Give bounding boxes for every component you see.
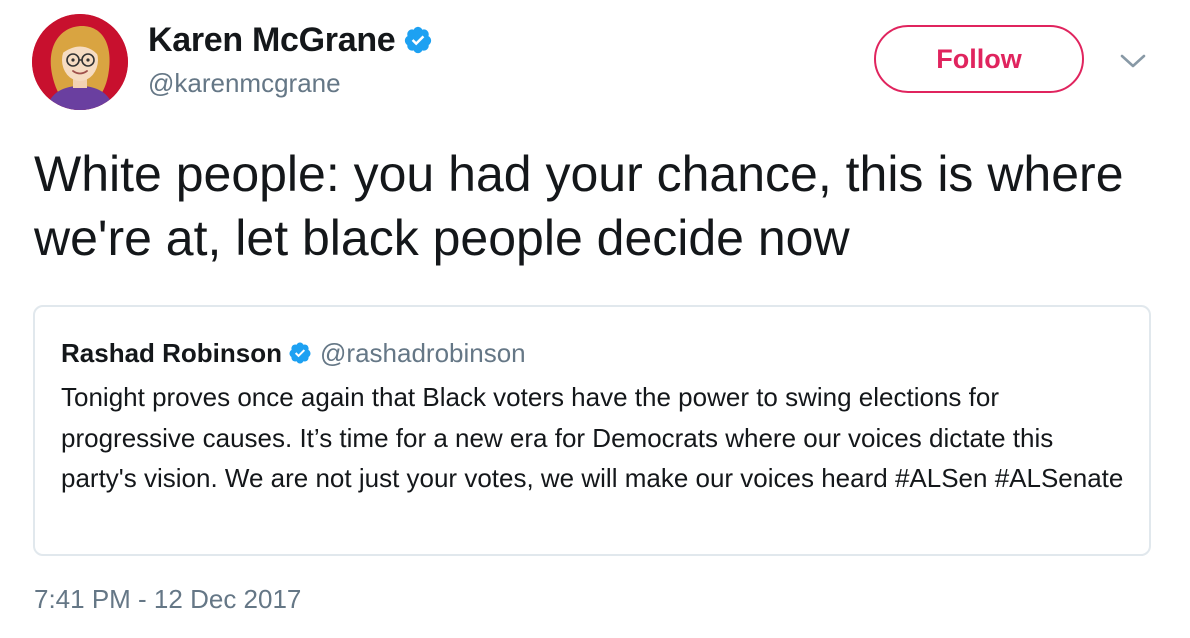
author-avatar[interactable]: [32, 14, 128, 110]
chevron-down-icon[interactable]: [1118, 50, 1148, 72]
quoted-author-display-name: Rashad Robinson: [61, 337, 283, 368]
quoted-tweet-card[interactable]: Rashad Robinson @rashadrobinson Tonight …: [33, 305, 1151, 556]
author-handle[interactable]: @karenmcgrane: [148, 68, 433, 99]
cartoon-portrait-icon: [32, 14, 128, 110]
quoted-author-handle: @rashadrobinson: [320, 337, 526, 368]
verified-badge-icon: [289, 342, 311, 364]
author-display-name[interactable]: Karen McGrane: [148, 21, 396, 60]
tweet-card: Karen McGrane @karenmcgrane Follow White…: [0, 0, 1190, 638]
tweet-timestamp[interactable]: 7:41 PM - 12 Dec 2017: [34, 584, 301, 615]
tweet-text: White people: you had your chance, this …: [34, 146, 1124, 266]
verified-badge-icon: [405, 26, 432, 54]
follow-button[interactable]: Follow: [874, 25, 1084, 93]
quoted-tweet-text: Tonight proves once again that Black vot…: [61, 382, 1124, 493]
author-name-row: Karen McGrane: [148, 18, 433, 62]
quoted-tweet-header: Rashad Robinson @rashadrobinson: [61, 337, 1123, 369]
author-info: Karen McGrane @karenmcgrane: [148, 18, 433, 99]
